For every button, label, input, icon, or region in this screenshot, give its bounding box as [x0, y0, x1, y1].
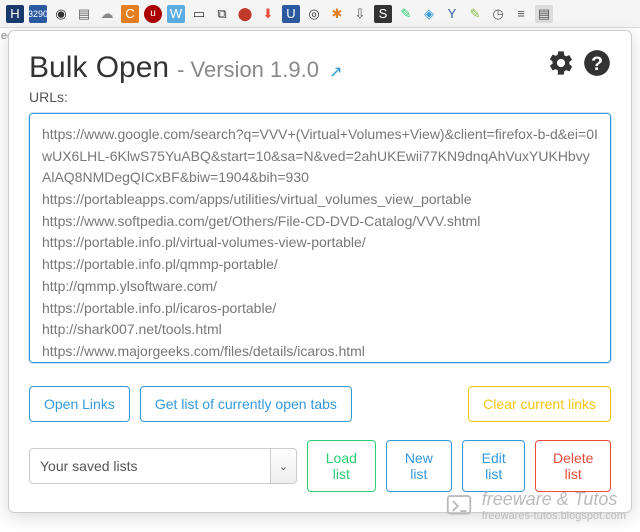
- urls-label: URLs:: [29, 89, 611, 105]
- ext-icon[interactable]: ◈: [420, 5, 438, 23]
- ext-icon[interactable]: W: [167, 5, 185, 23]
- ext-icon[interactable]: U: [282, 5, 300, 23]
- ext-icon[interactable]: 3290: [29, 5, 47, 23]
- select-value[interactable]: Your saved lists: [29, 448, 271, 484]
- ext-icon[interactable]: ✎: [397, 5, 415, 23]
- delete-list-button[interactable]: Delete list: [535, 440, 611, 492]
- action-row-2: Your saved lists ⌄ Load list New list Ed…: [29, 440, 611, 492]
- ext-icon[interactable]: ◉: [52, 5, 70, 23]
- ext-icon[interactable]: ⬤: [236, 5, 254, 23]
- clear-links-button[interactable]: Clear current links: [468, 386, 611, 422]
- ext-icon[interactable]: C: [121, 5, 139, 23]
- urls-textarea[interactable]: [29, 113, 611, 363]
- ext-icon[interactable]: ⇩: [351, 5, 369, 23]
- ext-icon[interactable]: ✱: [328, 5, 346, 23]
- chevron-down-icon[interactable]: ⌄: [271, 448, 297, 484]
- open-links-button[interactable]: Open Links: [29, 386, 130, 422]
- get-tabs-button[interactable]: Get list of currently open tabs: [140, 386, 352, 422]
- settings-icon[interactable]: [547, 49, 575, 82]
- external-link-icon[interactable]: ↗: [329, 64, 342, 81]
- ext-icon[interactable]: ⬇: [259, 5, 277, 23]
- ext-icon[interactable]: ☁: [98, 5, 116, 23]
- help-icon[interactable]: ?: [583, 49, 611, 82]
- watermark-title: freeware & Tutos: [482, 489, 626, 510]
- ext-icon[interactable]: ▭: [190, 5, 208, 23]
- ext-icon[interactable]: ▤: [75, 5, 93, 23]
- extension-popup: Bulk Open - Version 1.9.0 ↗ ? URLs: Open…: [8, 30, 632, 513]
- popup-header: Bulk Open - Version 1.9.0 ↗ ?: [29, 49, 611, 85]
- app-title: Bulk Open: [29, 51, 169, 85]
- edit-list-button[interactable]: Edit list: [462, 440, 525, 492]
- saved-lists-select[interactable]: Your saved lists ⌄: [29, 448, 297, 484]
- ext-icon[interactable]: H: [6, 5, 24, 23]
- ext-icon[interactable]: ◷: [489, 5, 507, 23]
- ext-icon[interactable]: ⧉: [213, 5, 231, 23]
- watermark: freeware & Tutos freewares-tutos.blogspo…: [444, 489, 626, 522]
- ext-icon[interactable]: ✎: [466, 5, 484, 23]
- ext-icon[interactable]: ◎: [305, 5, 323, 23]
- ext-icon[interactable]: ▤: [535, 5, 553, 23]
- ext-icon[interactable]: u: [144, 5, 162, 23]
- browser-toolbar: H 3290 ◉ ▤ ☁ C u W ▭ ⧉ ⬤ ⬇ U ◎ ✱ ⇩ S ✎ ◈…: [0, 0, 640, 28]
- ext-icon[interactable]: Y: [443, 5, 461, 23]
- load-list-button[interactable]: Load list: [307, 440, 376, 492]
- watermark-sub: freewares-tutos.blogspot.com: [482, 510, 626, 522]
- new-list-button[interactable]: New list: [386, 440, 452, 492]
- ext-icon[interactable]: S: [374, 5, 392, 23]
- app-version: - Version 1.9.0 ↗: [177, 57, 342, 83]
- ext-icon[interactable]: ≡: [512, 5, 530, 23]
- svg-text:?: ?: [591, 53, 603, 75]
- action-row-1: Open Links Get list of currently open ta…: [29, 386, 611, 422]
